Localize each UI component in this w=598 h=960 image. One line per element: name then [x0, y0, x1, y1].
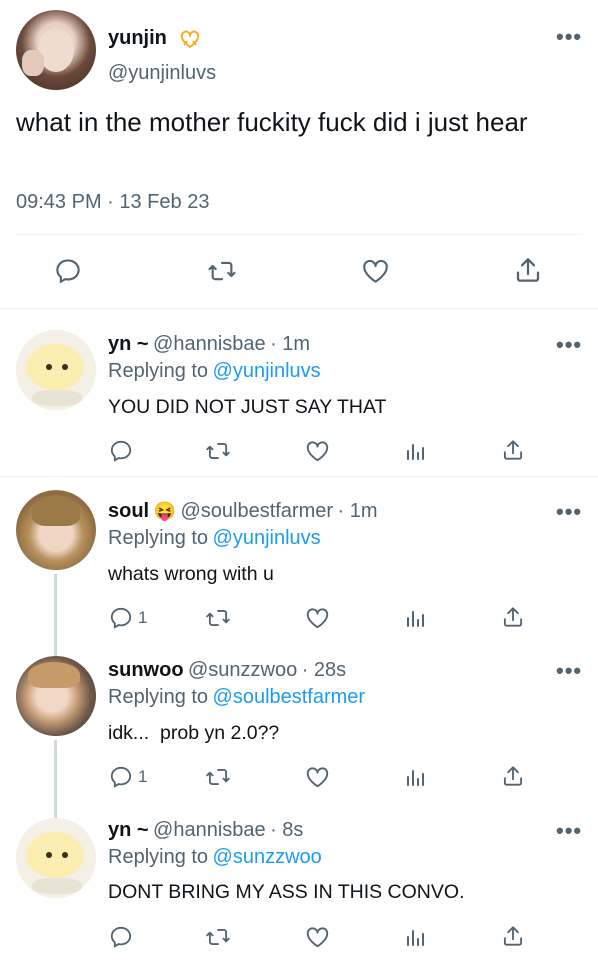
more-icon[interactable]: ••• — [556, 332, 582, 358]
replying-to-label: Replying to — [108, 360, 209, 382]
main-tweet-text: what in the mother fuckity fuck did i ju… — [16, 107, 528, 137]
retweet-icon[interactable] — [203, 764, 233, 790]
reply-icon[interactable] — [53, 256, 83, 286]
analytics-icon[interactable] — [404, 438, 428, 464]
replying-to-label: Replying to — [108, 686, 209, 708]
more-icon[interactable]: ••• — [556, 658, 582, 684]
share-icon[interactable] — [500, 762, 526, 790]
avatar-soulbestfarmer[interactable] — [16, 490, 96, 570]
avatar-hannisbae[interactable] — [16, 330, 96, 410]
reply-display-name[interactable]: yn ~ — [108, 333, 149, 355]
thread-line — [54, 740, 57, 818]
more-icon[interactable]: ••• — [556, 499, 582, 525]
like-icon[interactable] — [360, 256, 391, 286]
divider — [0, 308, 598, 309]
like-icon[interactable] — [304, 764, 331, 790]
like-icon[interactable] — [304, 605, 331, 631]
like-icon[interactable] — [304, 438, 331, 464]
reply-count: 1 — [138, 608, 148, 627]
reply-icon[interactable] — [108, 438, 134, 464]
replying-to-link[interactable]: @sunzzwoo — [213, 846, 322, 868]
replying-to-label: Replying to — [108, 846, 209, 868]
reply-text: whats wrong with u — [108, 563, 274, 585]
reply-text: idk... prob yn 2.0?? — [108, 722, 280, 744]
divider — [16, 234, 582, 235]
replying-to-link[interactable]: @yunjinluvs — [213, 360, 321, 382]
share-icon[interactable] — [512, 254, 544, 286]
like-icon[interactable] — [304, 924, 331, 950]
replying-to-link[interactable]: @soulbestfarmer — [213, 686, 366, 708]
reply-text: YOU DID NOT JUST SAY THAT — [108, 396, 387, 418]
reply-handle[interactable]: @hannisbae — [153, 819, 266, 841]
reply-time[interactable]: · 28s — [302, 659, 346, 681]
analytics-icon[interactable] — [404, 924, 428, 950]
share-icon[interactable] — [500, 922, 526, 950]
retweet-icon[interactable] — [203, 605, 233, 631]
reply-time[interactable]: · 1m — [337, 500, 377, 522]
reply-handle[interactable]: @hannisbae — [153, 333, 266, 355]
reply-handle[interactable]: @soulbestfarmer — [180, 500, 333, 522]
retweet-icon[interactable] — [206, 256, 238, 286]
reply-display-name[interactable]: soul — [108, 500, 149, 522]
replying-to-link[interactable]: @yunjinluvs — [213, 527, 321, 549]
tongue-face-emoji: 😝 — [153, 501, 176, 521]
main-handle[interactable]: @yunjinluvs — [108, 62, 216, 85]
reply-display-name[interactable]: sunwoo — [108, 659, 184, 681]
reply-handle[interactable]: @sunzzwoo — [188, 659, 297, 681]
reply-icon[interactable] — [108, 764, 134, 790]
avatar-yunjin[interactable] — [16, 10, 96, 90]
divider — [0, 476, 598, 477]
retweet-icon[interactable] — [203, 924, 233, 950]
reply-time[interactable]: · 1m — [270, 333, 310, 355]
reply-display-name[interactable]: yn ~ — [108, 819, 149, 841]
reply-icon[interactable] — [108, 924, 134, 950]
more-icon[interactable]: ••• — [556, 818, 582, 844]
analytics-icon[interactable] — [404, 764, 428, 790]
reply-time[interactable]: · 8s — [270, 819, 303, 841]
share-icon[interactable] — [500, 603, 526, 631]
more-icon[interactable]: ••• — [556, 24, 582, 50]
avatar-sunzzwoo[interactable] — [16, 656, 96, 736]
reply-count: 1 — [138, 767, 148, 786]
reply-text: DONT BRING MY ASS IN THIS CONVO. — [108, 881, 465, 903]
replying-to-label: Replying to — [108, 527, 209, 549]
main-display-name[interactable]: yunjin — [108, 27, 167, 50]
reply-icon[interactable] — [108, 605, 134, 631]
main-timestamp[interactable]: 09:43 PM · 13 Feb 23 — [16, 191, 209, 214]
share-icon[interactable] — [500, 436, 526, 464]
heart-hands-icon — [178, 28, 202, 50]
avatar-hannisbae[interactable] — [16, 818, 96, 898]
analytics-icon[interactable] — [404, 605, 428, 631]
thread-line — [54, 574, 57, 656]
retweet-icon[interactable] — [203, 438, 233, 464]
